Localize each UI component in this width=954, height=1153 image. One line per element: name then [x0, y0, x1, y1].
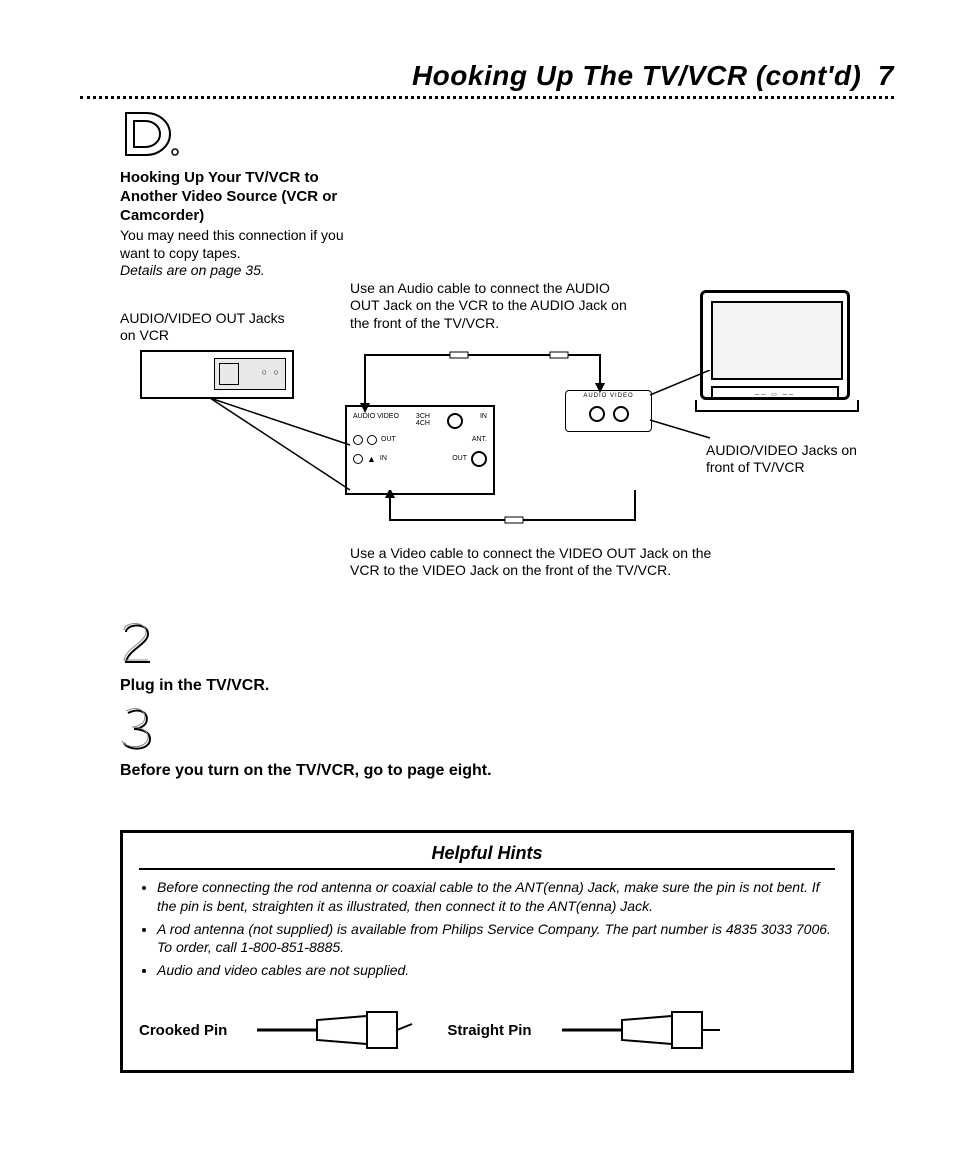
- video-cable-line: [375, 490, 675, 540]
- section-letter-d: [120, 109, 894, 159]
- panel-out-label: OUT: [381, 436, 396, 443]
- helpful-hints-box: Helpful Hints Before connecting the rod …: [120, 830, 854, 1073]
- jack-out-icon: [471, 451, 487, 467]
- label-vcr-out: AUDIO/VIDEO OUT Jacks on VCR: [120, 310, 290, 345]
- panel-in2-label: IN: [380, 455, 387, 462]
- page-number: 7: [878, 60, 894, 91]
- pin-illustration-row: Crooked Pin Straight Pin: [139, 1010, 835, 1050]
- hint-item: Before connecting the rod antenna or coa…: [157, 878, 835, 916]
- panel-out2-label: OUT: [452, 455, 467, 462]
- jack-video-out-icon: [367, 435, 377, 445]
- panel-ant-label: ANT.: [472, 436, 487, 443]
- divider-dotted: [80, 96, 894, 99]
- straight-pin-icon: [562, 1010, 722, 1050]
- callout-lines-1: [180, 390, 360, 500]
- audio-cable-line: [350, 335, 670, 425]
- step-3-number: [120, 705, 894, 758]
- section-d-body-text: You may need this connection if you want…: [120, 227, 344, 261]
- header-title: Hooking Up The TV/VCR (cont'd): [412, 60, 861, 91]
- straight-pin-label: Straight Pin: [447, 1022, 531, 1039]
- connection-diagram: AUDIO/VIDEO OUT Jacks on VCR Use an Audi…: [120, 310, 894, 610]
- crooked-pin-label: Crooked Pin: [139, 1022, 227, 1039]
- step-2-number: [120, 620, 894, 673]
- hint-item: A rod antenna (not supplied) is availabl…: [157, 920, 835, 958]
- label-audio-cable: Use an Audio cable to connect the AUDIO …: [350, 280, 640, 333]
- hint-item: Audio and video cables are not supplied.: [157, 961, 835, 980]
- section-d-detail: Details are on page 35.: [120, 262, 265, 278]
- hints-list: Before connecting the rod antenna or coa…: [157, 878, 835, 980]
- step-3-text: Before you turn on the TV/VCR, go to pag…: [120, 762, 894, 780]
- crooked-pin-icon: [257, 1010, 417, 1050]
- label-video-cable: Use a Video cable to connect the VIDEO O…: [350, 545, 740, 580]
- step-2-text: Plug in the TV/VCR.: [120, 677, 894, 695]
- section-d-heading: Hooking Up Your TV/VCR to Another Video …: [120, 169, 360, 225]
- hints-title: Helpful Hints: [139, 843, 835, 870]
- section-d-body: You may need this connection if you want…: [120, 227, 360, 280]
- page-title: Hooking Up The TV/VCR (cont'd) 7: [80, 60, 894, 92]
